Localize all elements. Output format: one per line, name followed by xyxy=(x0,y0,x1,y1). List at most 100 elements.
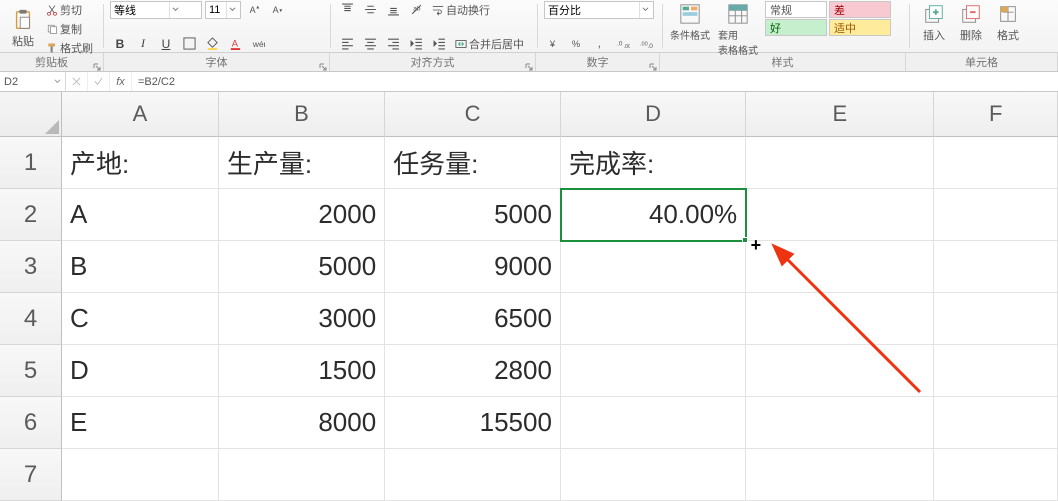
cell-F7[interactable] xyxy=(934,449,1058,501)
select-all-corner[interactable] xyxy=(0,92,62,137)
formula-input[interactable] xyxy=(132,72,1058,91)
enter-icon[interactable] xyxy=(88,72,110,91)
row-header-4[interactable]: 4 xyxy=(0,293,62,345)
column-header-B[interactable]: B xyxy=(219,92,385,137)
cell-D1[interactable]: 完成率: xyxy=(561,137,746,189)
currency-icon[interactable]: ¥ xyxy=(544,36,564,52)
align-top-icon[interactable] xyxy=(337,2,357,18)
increase-indent-icon[interactable] xyxy=(429,36,449,52)
conditional-format-button[interactable]: 条件格式 xyxy=(669,1,711,44)
cell-D5[interactable] xyxy=(561,345,746,397)
cell-F2[interactable] xyxy=(934,189,1058,241)
align-center-icon[interactable] xyxy=(360,36,380,52)
copy-button[interactable]: 复制 xyxy=(43,20,96,38)
delete-button[interactable]: 删除 xyxy=(953,1,989,45)
style-normal[interactable]: 常规 xyxy=(765,1,827,18)
cell-A2[interactable]: A xyxy=(62,189,219,241)
cell-F5[interactable] xyxy=(934,345,1058,397)
dialog-launcher-icon[interactable] xyxy=(319,62,327,70)
cell-C7[interactable] xyxy=(385,449,561,501)
border-icon[interactable] xyxy=(179,36,199,52)
table-format-button[interactable]: 套用 表格格式 xyxy=(713,1,763,59)
cell-D4[interactable] xyxy=(561,293,746,345)
align-middle-icon[interactable] xyxy=(360,2,380,18)
cell-C4[interactable]: 6500 xyxy=(385,293,561,345)
dialog-launcher-icon[interactable] xyxy=(93,62,101,70)
cell-E3[interactable] xyxy=(746,241,934,293)
cell-A5[interactable]: D xyxy=(62,345,219,397)
underline-icon[interactable]: U xyxy=(156,36,176,52)
name-box[interactable]: D2 xyxy=(0,72,66,91)
cell-F4[interactable] xyxy=(934,293,1058,345)
fx-icon[interactable]: fx xyxy=(110,72,132,91)
cell-A4[interactable]: C xyxy=(62,293,219,345)
cell-F1[interactable] xyxy=(934,137,1058,189)
chevron-down-icon[interactable] xyxy=(639,2,651,18)
number-format-combo[interactable] xyxy=(544,1,654,19)
cell-B1[interactable]: 生产量: xyxy=(219,137,385,189)
cell-E5[interactable] xyxy=(746,345,934,397)
orientation-icon[interactable]: ab xyxy=(406,2,426,18)
cell-A7[interactable] xyxy=(62,449,219,501)
merge-center-button[interactable]: 合并后居中 xyxy=(452,35,527,53)
style-bad[interactable]: 差 xyxy=(829,1,891,18)
fill-handle[interactable] xyxy=(742,237,748,243)
row-header-6[interactable]: 6 xyxy=(0,397,62,449)
column-header-F[interactable]: F xyxy=(934,92,1058,137)
fill-color-icon[interactable] xyxy=(202,36,222,52)
column-header-D[interactable]: D xyxy=(561,92,746,137)
row-header-2[interactable]: 2 xyxy=(0,189,62,241)
cells-area[interactable]: 产地:生产量:任务量:完成率:A2000500040.00%+B50009000… xyxy=(62,137,1058,501)
percent-icon[interactable]: % xyxy=(567,36,587,52)
row-header-5[interactable]: 5 xyxy=(0,345,62,397)
comma-icon[interactable]: , xyxy=(590,36,610,52)
row-header-3[interactable]: 3 xyxy=(0,241,62,293)
cell-C2[interactable]: 5000 xyxy=(385,189,561,241)
row-header-7[interactable]: 7 xyxy=(0,449,62,501)
cell-A3[interactable]: B xyxy=(62,241,219,293)
chevron-down-icon[interactable] xyxy=(169,2,181,18)
dialog-launcher-icon[interactable] xyxy=(525,62,533,70)
align-bottom-icon[interactable] xyxy=(383,2,403,18)
cell-E6[interactable] xyxy=(746,397,934,449)
cell-E4[interactable] xyxy=(746,293,934,345)
cell-E2[interactable] xyxy=(746,189,934,241)
insert-button[interactable]: 插入 xyxy=(916,1,952,45)
cell-C1[interactable]: 任务量: xyxy=(385,137,561,189)
cell-C3[interactable]: 9000 xyxy=(385,241,561,293)
cell-C6[interactable]: 15500 xyxy=(385,397,561,449)
cell-B2[interactable]: 2000 xyxy=(219,189,385,241)
cell-D3[interactable] xyxy=(561,241,746,293)
bold-icon[interactable]: B xyxy=(110,36,130,52)
cell-F3[interactable] xyxy=(934,241,1058,293)
cell-A6[interactable]: E xyxy=(62,397,219,449)
cell-B4[interactable]: 3000 xyxy=(219,293,385,345)
font-size-combo[interactable] xyxy=(205,1,241,19)
align-left-icon[interactable] xyxy=(337,36,357,52)
column-header-C[interactable]: C xyxy=(385,92,561,137)
font-name-combo[interactable] xyxy=(110,1,202,19)
cell-D7[interactable] xyxy=(561,449,746,501)
cell-B7[interactable] xyxy=(219,449,385,501)
column-header-A[interactable]: A xyxy=(62,92,219,137)
cancel-icon[interactable] xyxy=(66,72,88,91)
chevron-down-icon[interactable] xyxy=(226,2,238,18)
cell-D6[interactable] xyxy=(561,397,746,449)
dialog-launcher-icon[interactable] xyxy=(649,62,657,70)
cell-B5[interactable]: 1500 xyxy=(219,345,385,397)
cell-B3[interactable]: 5000 xyxy=(219,241,385,293)
cell-B6[interactable]: 8000 xyxy=(219,397,385,449)
cell-A1[interactable]: 产地: xyxy=(62,137,219,189)
style-good[interactable]: 好 xyxy=(765,19,827,36)
decrease-decimal-icon[interactable]: .00.0 xyxy=(636,36,656,52)
decrease-indent-icon[interactable] xyxy=(406,36,426,52)
style-neutral[interactable]: 适中 xyxy=(829,19,891,36)
format-button[interactable]: 格式 xyxy=(990,1,1026,45)
increase-font-icon[interactable]: A▲ xyxy=(244,2,264,18)
wrap-text-button[interactable]: 自动换行 xyxy=(429,1,493,19)
cell-C5[interactable]: 2800 xyxy=(385,345,561,397)
cell-D2[interactable]: 40.00%+ xyxy=(561,189,746,241)
chevron-down-icon[interactable] xyxy=(54,76,61,88)
italic-icon[interactable]: I xyxy=(133,36,153,52)
cut-button[interactable]: 剪切 xyxy=(43,1,96,19)
